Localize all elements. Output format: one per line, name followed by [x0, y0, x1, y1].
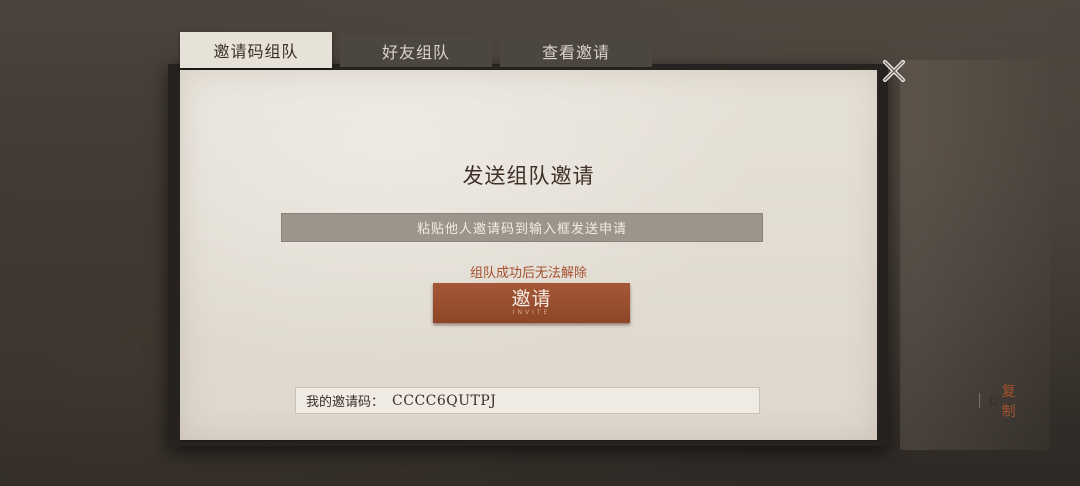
invite-button[interactable]: 邀请 INVITE — [433, 283, 630, 323]
my-invite-code-bar: 我的邀请码： CCCC6QUTPJ 复制 — [295, 384, 1016, 420]
divider — [180, 440, 877, 441]
divider — [979, 393, 980, 408]
background-panel — [900, 60, 1050, 450]
tab-invite-code[interactable]: 邀请码组队 — [180, 32, 332, 68]
my-code-value: CCCC6QUTPJ — [392, 392, 497, 409]
tab-friend-team[interactable]: 好友组队 — [340, 35, 492, 67]
invite-code-input[interactable]: 粘贴他人邀请码到输入框发送申请 — [281, 213, 763, 242]
close-button[interactable] — [876, 53, 912, 89]
input-placeholder: 粘贴他人邀请码到输入框发送申请 — [416, 222, 627, 237]
warning-text: 组队成功后无法解除 — [469, 266, 587, 281]
tab-view-invites[interactable]: 查看邀请 — [500, 35, 652, 67]
close-icon — [883, 60, 905, 82]
copy-button[interactable]: 复制 — [989, 384, 1020, 420]
tab-label: 好友组队 — [381, 43, 450, 62]
copy-icon — [989, 396, 998, 406]
copy-label: 复制 — [1001, 384, 1016, 420]
dialog-title: 发送组队邀请 — [462, 164, 595, 188]
invite-button-label: 邀请 — [511, 288, 552, 310]
tab-label: 邀请码组队 — [213, 42, 299, 61]
my-code-label: 我的邀请码： — [306, 395, 385, 410]
tab-label: 查看邀请 — [541, 43, 610, 62]
invite-button-sublabel: INVITE — [512, 309, 551, 316]
dialog-panel — [180, 70, 877, 440]
